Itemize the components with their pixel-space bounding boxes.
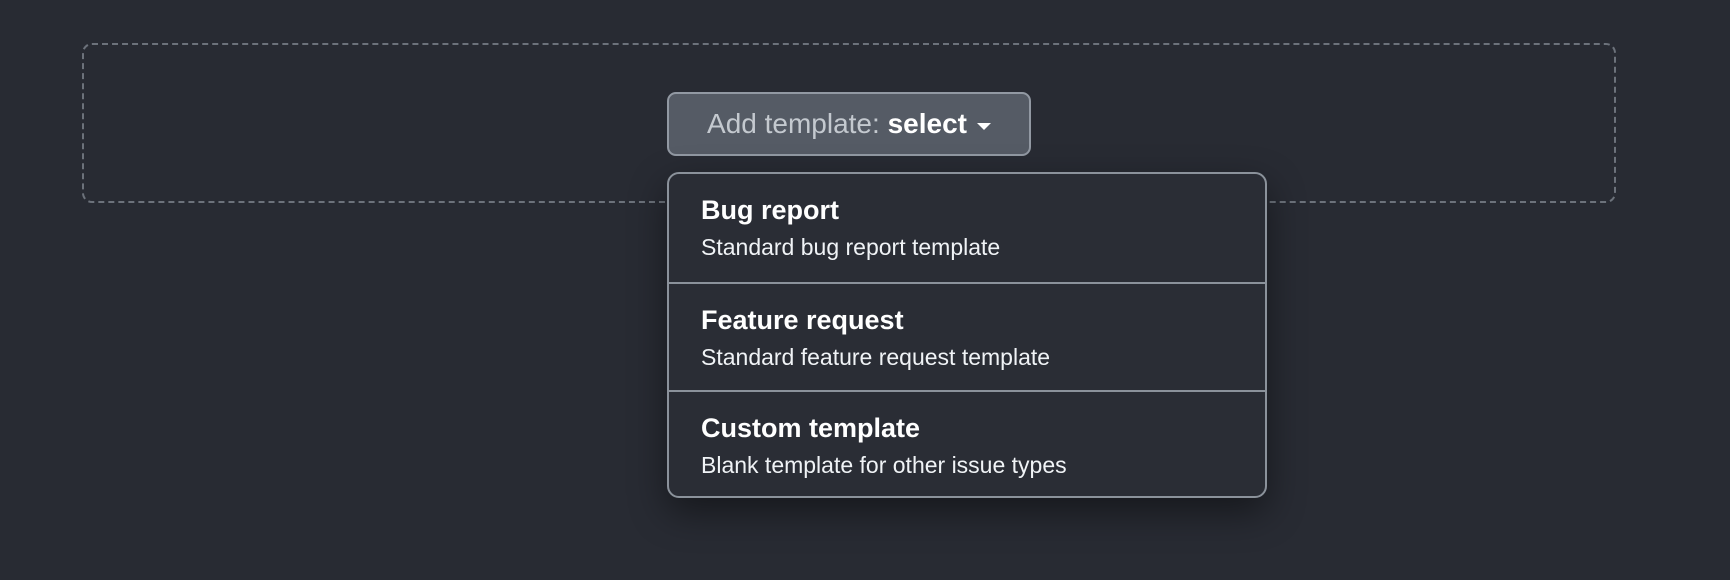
menu-item-title: Feature request (701, 305, 904, 335)
chevron-down-icon (976, 122, 991, 130)
menu-item-bug-report[interactable]: Bug report Standard bug report template (669, 174, 1265, 282)
add-template-label: Add template: (707, 108, 888, 139)
menu-item-description: Standard feature request template (701, 344, 1051, 370)
menu-item-description: Standard bug report template (701, 234, 1001, 260)
menu-item-title: Custom template (701, 413, 921, 443)
template-dropdown-menu: Bug report Standard bug report template … (667, 172, 1267, 498)
menu-item-title: Bug report (701, 195, 839, 225)
add-template-button[interactable]: Add template: select (667, 92, 1031, 156)
menu-item-feature-request[interactable]: Feature request Standard feature request… (669, 282, 1265, 390)
menu-item-description: Blank template for other issue types (701, 452, 1067, 478)
menu-item-custom-template[interactable]: Custom template Blank template for other… (669, 390, 1265, 496)
add-template-value: select (887, 108, 967, 139)
